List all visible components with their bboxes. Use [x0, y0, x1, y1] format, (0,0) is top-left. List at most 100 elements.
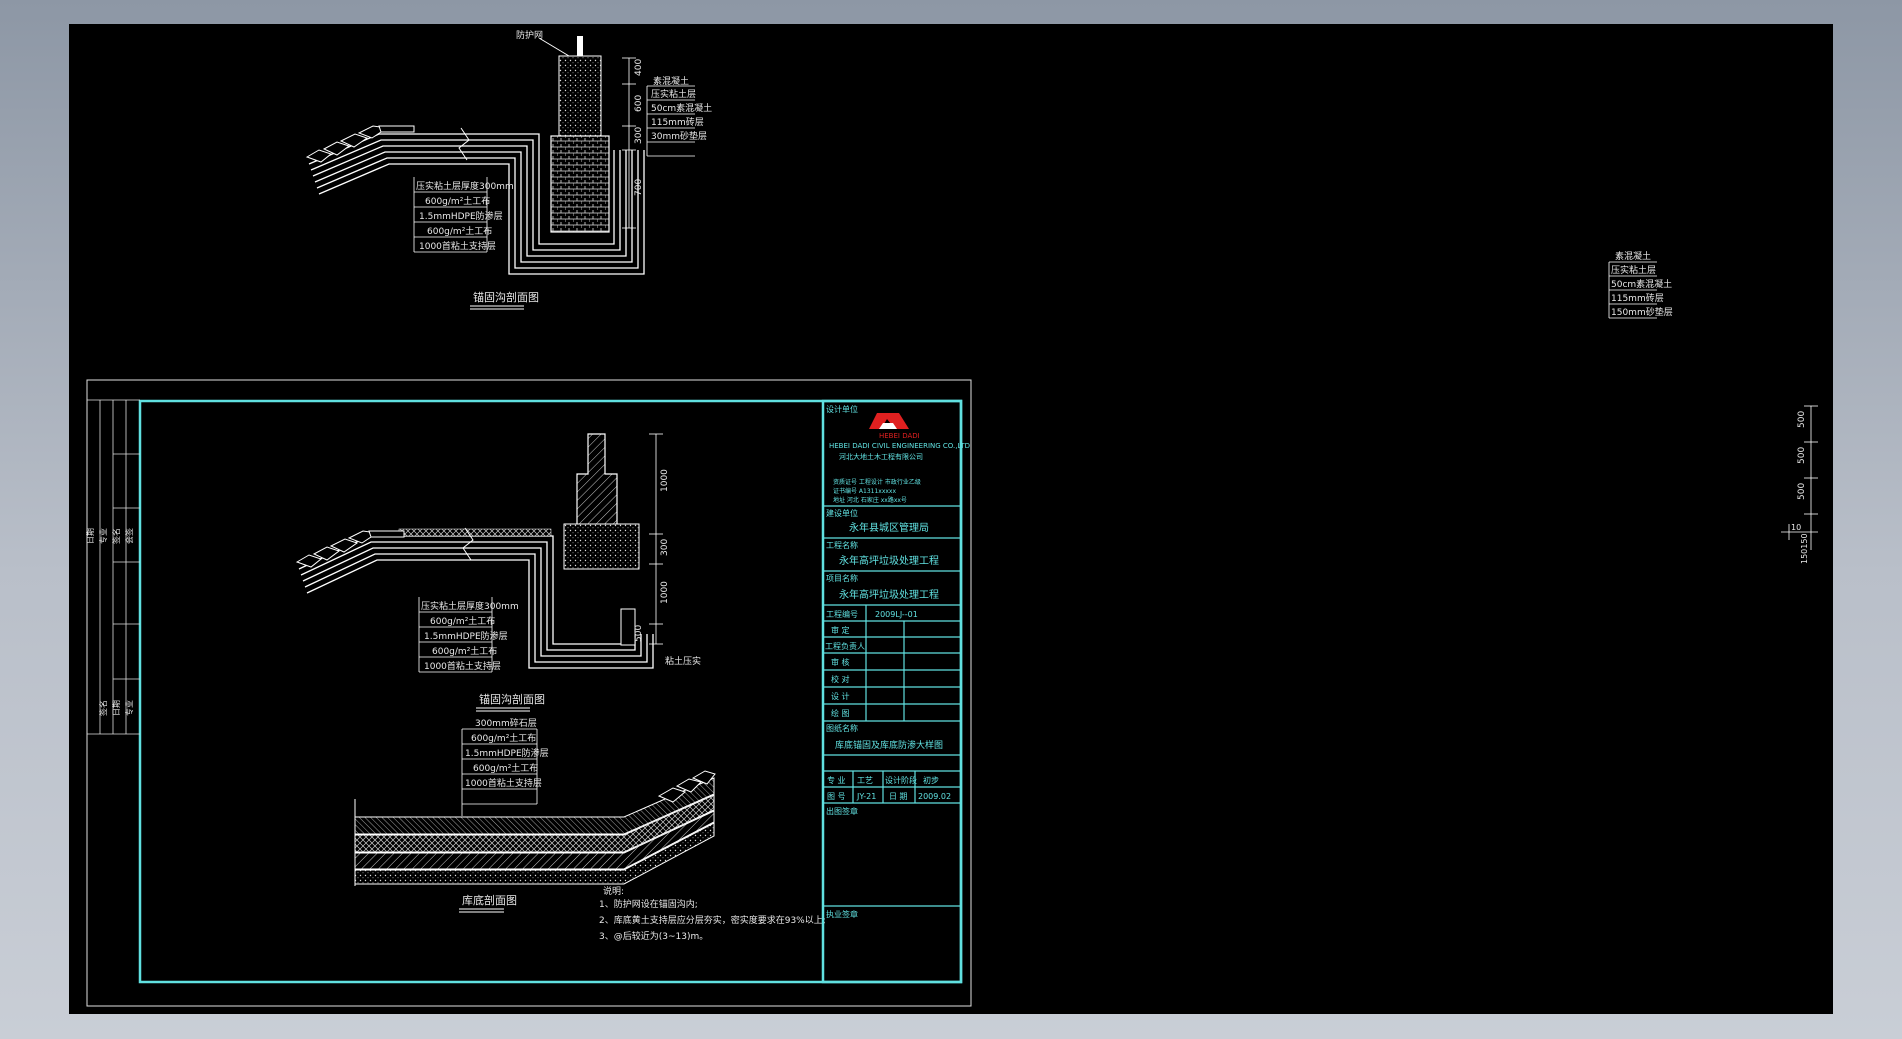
project-name: 永年高坪垃圾处理工程 — [839, 554, 939, 567]
dim-400: 400 — [634, 59, 644, 76]
svg-text:HEBEI DADI: HEBEI DADI — [879, 432, 920, 440]
svg-text:150150: 150150 — [1800, 533, 1809, 564]
svg-text:校 对: 校 对 — [831, 674, 850, 684]
svg-text:压实粘土层厚度300mm: 压实粘土层厚度300mm — [421, 600, 519, 612]
svg-text:压实粘土层厚度300mm: 压实粘土层厚度300mm — [416, 180, 514, 192]
svg-text:素混凝土: 素混凝土 — [653, 75, 689, 87]
svg-text:审 核: 审 核 — [831, 657, 850, 667]
upper-right-layer-table: 素混凝土 压实粘土层 50cm素混凝土 115mm砖层 30mm砂垫层 — [646, 75, 712, 157]
svg-text:资质证号 工程设计 市政行业乙级: 资质证号 工程设计 市政行业乙级 — [833, 478, 921, 486]
bottom-layer-label-table: 300mm碎石层 600g/m²土工布 1.5mmHDPE防渗层 600g/m²… — [461, 717, 549, 816]
notes: 说明: 1、防护网设在锚固沟内; 2、库底黄土支持层应分层夯实，密实度要求在93… — [599, 885, 826, 942]
svg-text:签名: 签名 — [111, 528, 121, 544]
svg-text:地址 河北 石家庄 xx路xx号: 地址 河北 石家庄 xx路xx号 — [833, 496, 907, 504]
bottom-section-detail: 300mm碎石层 600g/m²土工布 1.5mmHDPE防渗层 600g/m²… — [354, 717, 716, 913]
slope-riprap — [305, 125, 415, 163]
client-name: 永年县城区管理局 — [849, 521, 929, 534]
svg-text:专 业: 专 业 — [827, 775, 846, 785]
svg-text:30mm砂垫层: 30mm砂垫层 — [651, 130, 707, 142]
svg-text:600g/m²土工布: 600g/m²土工布 — [430, 615, 495, 627]
title-block: 设计单位 HEBEI DADI HEBEI DADI CIVIL ENGINEE… — [821, 399, 970, 984]
svg-text:600g/m²土工布: 600g/m²土工布 — [471, 732, 536, 744]
svg-text:工程负责人: 工程负责人 — [825, 641, 865, 651]
svg-text:1.5mmHDPE防渗层: 1.5mmHDPE防渗层 — [424, 630, 508, 642]
svg-text:50cm素混凝土: 50cm素混凝土 — [1611, 278, 1672, 290]
bottom-section-title: 库底剖面图 — [462, 893, 517, 907]
svg-text:压实粘土层: 压实粘土层 — [651, 88, 696, 100]
svg-text:500: 500 — [1797, 483, 1807, 500]
svg-text:日期: 日期 — [112, 700, 121, 716]
svg-text:JY-21: JY-21 — [856, 792, 876, 801]
svg-text:专业: 专业 — [98, 528, 108, 544]
svg-text:日 期: 日 期 — [889, 792, 908, 801]
svg-text:300mm碎石层: 300mm碎石层 — [475, 717, 537, 729]
svg-text:600g/m²土工布: 600g/m²土工布 — [425, 195, 490, 207]
drawing-name: 库底锚固及库底防渗大样图 — [835, 739, 943, 751]
svg-text:1000: 1000 — [660, 581, 670, 604]
svg-text:115mm砖层: 115mm砖层 — [651, 116, 704, 128]
project-number: 2009LJ--01 — [875, 610, 918, 619]
svg-text:1000首粘土支持层: 1000首粘土支持层 — [419, 240, 496, 252]
svg-text:1000首粘土支持层: 1000首粘土支持层 — [424, 660, 501, 672]
svg-text:1.5mmHDPE防渗层: 1.5mmHDPE防渗层 — [465, 747, 549, 759]
concrete-column — [558, 55, 602, 147]
svg-text:设计阶段: 设计阶段 — [885, 775, 917, 785]
svg-text:1、防护网设在锚固沟内;: 1、防护网设在锚固沟内; — [599, 898, 698, 910]
svg-text:审 定: 审 定 — [831, 625, 850, 635]
main-liner-label-table: 压实粘土层厚度300mm 600g/m²土工布 1.5mmHDPE防渗层 600… — [418, 597, 519, 673]
svg-text:日期: 日期 — [86, 528, 95, 544]
svg-text:600g/m²土工布: 600g/m²土工布 — [427, 225, 492, 237]
svg-text:150mm砂垫层: 150mm砂垫层 — [1611, 306, 1673, 318]
svg-text:3、@后较近为(3~13)m。: 3、@后较近为(3~13)m。 — [599, 930, 708, 942]
svg-text:证书编号 A1311xxxxx: 证书编号 A1311xxxxx — [833, 487, 896, 495]
svg-text:出图签章: 出图签章 — [826, 806, 858, 816]
svg-text:执业签章: 执业签章 — [826, 909, 858, 919]
svg-text:设 计: 设 计 — [831, 691, 850, 701]
svg-text:工程名称: 工程名称 — [826, 540, 858, 550]
svg-text:绘 图: 绘 图 — [831, 708, 850, 718]
svg-text:签名: 签名 — [98, 700, 108, 716]
svg-text:500: 500 — [634, 625, 644, 642]
svg-text:河北大地土木工程有限公司: 河北大地土木工程有限公司 — [839, 452, 923, 461]
svg-text:HEBEI DADI CIVIL ENGINEERING C: HEBEI DADI CIVIL ENGINEERING CO.,LTD — [829, 442, 970, 450]
notes-title: 说明: — [603, 885, 624, 897]
svg-text:项目名称: 项目名称 — [826, 573, 858, 583]
anchor-section-title: 锚固沟剖面图 — [479, 692, 545, 706]
svg-text:300: 300 — [660, 539, 670, 556]
upper-anchor-detail: 防护网 400 600 300 700 素混凝土 压实粘土层 50cm素混凝土 … — [305, 29, 712, 310]
company-logo: HEBEI DADI — [869, 413, 920, 440]
drawing-sheet: 日期 专业 签名 会签 日期 专业 签名 1000 300 1000 500 压… — [86, 379, 972, 1007]
clay-compacted-label: 粘土压实 — [665, 655, 701, 667]
svg-text:1000: 1000 — [660, 469, 670, 492]
dim-300: 300 — [634, 127, 644, 144]
left-binding-strip — [87, 399, 140, 735]
svg-text:工程编号: 工程编号 — [826, 609, 858, 619]
svg-text:设计单位: 设计单位 — [826, 404, 858, 414]
upper-liner-label-table: 压实粘土层厚度300mm 600g/m²土工布 1.5mmHDPE防渗层 600… — [413, 177, 514, 253]
svg-text:2009.02: 2009.02 — [918, 792, 951, 801]
svg-text:500: 500 — [1797, 447, 1807, 464]
svg-text:初步: 初步 — [923, 775, 939, 785]
wall-footing — [563, 523, 640, 570]
svg-text:素混凝土: 素混凝土 — [1615, 250, 1651, 262]
svg-text:500: 500 — [1797, 411, 1807, 428]
brick-trench — [550, 135, 610, 233]
dim-600: 600 — [634, 95, 644, 112]
cad-drawing-viewport[interactable]: 防护网 400 600 300 700 素混凝土 压实粘土层 50cm素混凝土 … — [69, 24, 1833, 1014]
scale-bar: 500 500 500 10 150150 — [1781, 405, 1818, 564]
svg-text:建设单位: 建设单位 — [826, 508, 858, 518]
svg-text:图 号: 图 号 — [827, 792, 846, 801]
right-legend-table: 素混凝土 压实粘土层 50cm素混凝土 115mm砖层 150mm砂垫层 — [1608, 250, 1673, 319]
svg-text:115mm砖层: 115mm砖层 — [1611, 292, 1664, 304]
svg-text:压实粘土层: 压实粘土层 — [1611, 264, 1656, 276]
svg-text:2、库底黄土支持层应分层夯实，密实度要求在93%以上;: 2、库底黄土支持层应分层夯实，密实度要求在93%以上; — [599, 914, 826, 926]
svg-text:会签: 会签 — [124, 528, 134, 544]
dim-700: 700 — [634, 179, 644, 196]
svg-text:600g/m²土工布: 600g/m²土工布 — [473, 762, 538, 774]
upper-section-title: 锚固沟剖面图 — [473, 290, 539, 304]
svg-text:工艺: 工艺 — [857, 776, 873, 785]
svg-text:50cm素混凝土: 50cm素混凝土 — [651, 102, 712, 114]
svg-text:专业: 专业 — [124, 700, 134, 716]
cad-drawing: 防护网 400 600 300 700 素混凝土 压实粘土层 50cm素混凝土 … — [86, 29, 1818, 1007]
svg-text:1000首粘土支持层: 1000首粘土支持层 — [465, 777, 542, 789]
